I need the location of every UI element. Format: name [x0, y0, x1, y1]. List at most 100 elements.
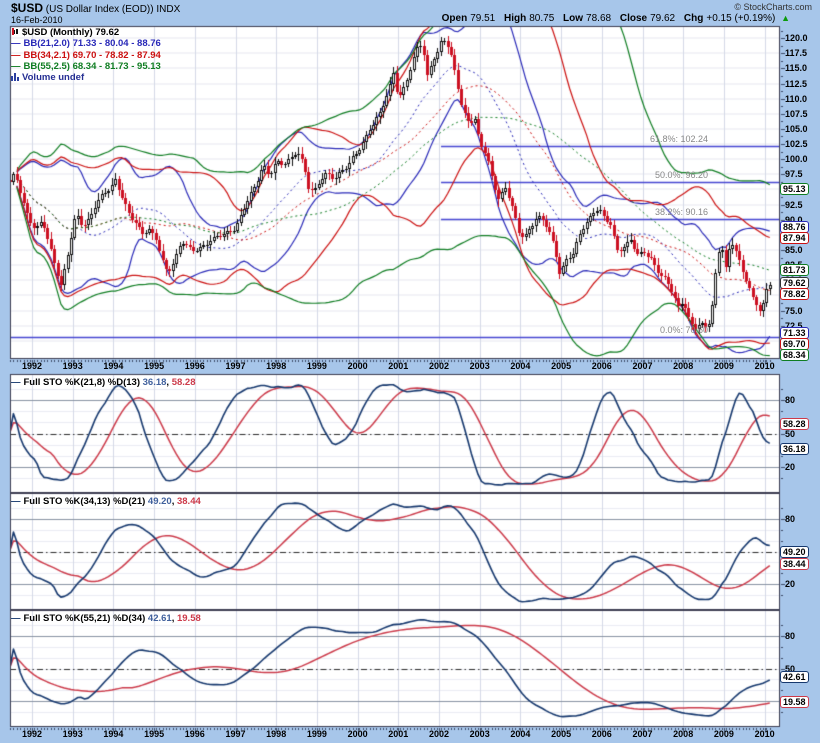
x-axis-year-label: 2001	[380, 361, 416, 371]
x-axis-year-label: 2002	[421, 729, 457, 739]
bb21-label: BB(21,2.0) 71.33 - 80.04 - 88.76	[24, 38, 161, 49]
x-axis-year-label: 2010	[747, 361, 783, 371]
stoch-level-label: 80	[785, 514, 795, 524]
sto1-k-value: 36.18	[143, 377, 167, 388]
x-axis-year-label: 1996	[177, 729, 213, 739]
y-axis-tick-label: 117.5	[785, 48, 807, 58]
x-axis-year-label: 2004	[502, 729, 538, 739]
open-value: 79.51	[470, 13, 495, 24]
x-axis-year-label: 2000	[340, 729, 376, 739]
stoch-d-badge: 19.58	[780, 696, 809, 708]
y-axis-tick-label: 97.5	[785, 169, 803, 179]
low-label: Low	[563, 13, 583, 24]
close-value: 79.62	[650, 13, 675, 24]
x-axis-year-label: 2001	[380, 729, 416, 739]
x-axis-year-label: 2010	[747, 729, 783, 739]
x-axis-year-label: 2007	[625, 361, 661, 371]
sto2-k-value: 49.20	[148, 496, 172, 507]
fib-annotation: 50.0%: 96.20	[655, 170, 708, 180]
sto2-swatch: —	[11, 496, 21, 507]
fib-annotation: 0.0%: 70.60	[660, 325, 708, 335]
x-axis-year-label: 1993	[55, 361, 91, 371]
x-axis-year-label: 2007	[625, 729, 661, 739]
y-axis-tick-label: 102.5	[785, 139, 808, 149]
x-axis-year-label: 2000	[340, 361, 376, 371]
x-axis-year-label: 2003	[462, 361, 498, 371]
chg-value: +0.15 (+0.19%)	[706, 13, 775, 24]
x-axis-year-label: 1997	[218, 361, 254, 371]
sto1-d-value: 58.28	[172, 377, 196, 388]
x-axis-year-label: 1994	[95, 361, 131, 371]
legend-bb55-row: —BB(55,2.5) 68.34 - 81.73 - 95.13	[11, 61, 161, 72]
price-badge: 87.94	[780, 232, 809, 244]
legend-title-row: $USD (Monthly) 79.62	[11, 27, 161, 38]
symbol-name: (US Dollar Index (EOD)) INDX	[46, 4, 180, 15]
sto3-label: Full STO %K(55,21) %D(34)	[24, 613, 146, 624]
stoch-level-label: 80	[785, 395, 795, 405]
x-axis-year-label: 1997	[218, 729, 254, 739]
x-axis-year-label: 1996	[177, 361, 213, 371]
x-axis-year-label: 2005	[543, 729, 579, 739]
x-axis-year-label: 1999	[299, 361, 335, 371]
y-axis-tick-label: 107.5	[785, 109, 808, 119]
price-badge: 95.13	[780, 183, 809, 195]
stoch-d-badge: 38.44	[780, 558, 809, 570]
legend-bb21-row: —BB(21,2.0) 71.33 - 80.04 - 88.76	[11, 38, 161, 49]
price-badge: 68.34	[780, 349, 809, 361]
sto3-k-value: 42.61	[148, 613, 172, 624]
quote-line: Open79.51 High80.75 Low78.68 Close79.62 …	[436, 13, 790, 24]
sto3-d-value: 19.58	[177, 613, 201, 624]
price-badge: 71.33	[780, 327, 809, 339]
x-axis-year-label: 1994	[95, 729, 131, 739]
price-badge: 78.82	[780, 288, 809, 300]
low-value: 78.68	[586, 13, 611, 24]
y-axis-tick-label: 110.0	[785, 94, 807, 104]
x-axis-year-label: 2008	[665, 361, 701, 371]
x-axis-year-label: 1998	[258, 361, 294, 371]
x-axis-year-label: 2009	[706, 729, 742, 739]
stoch-d-badge: 58.28	[780, 418, 809, 430]
chg-label: Chg	[684, 13, 703, 24]
chart-canvas	[0, 0, 820, 743]
bb55-swatch: —	[11, 61, 21, 72]
sto2-label: Full STO %K(34,13) %D(21)	[24, 496, 146, 507]
high-label: High	[504, 13, 526, 24]
panel-legend-sto-55-21: —Full STO %K(55,21) %D(34) 42.61, 19.58	[11, 613, 201, 624]
legend-volume-row: Volume undef	[11, 72, 161, 83]
stoch-level-label: 20	[785, 579, 795, 589]
x-axis-year-label: 2002	[421, 361, 457, 371]
y-axis-tick-label: 112.5	[785, 79, 807, 89]
legend-title: $USD (Monthly) 79.62	[22, 27, 119, 38]
volume-label: Volume undef	[22, 72, 84, 83]
bb21-swatch: —	[11, 38, 21, 49]
fib-annotation: 38.2%: 90.16	[655, 207, 708, 217]
close-label: Close	[620, 13, 647, 24]
bb34-swatch: —	[11, 50, 21, 61]
x-axis-year-label: 1993	[55, 729, 91, 739]
y-axis-tick-label: 120.0	[785, 33, 808, 43]
bb55-label: BB(55,2.5) 68.34 - 81.73 - 95.13	[24, 61, 161, 72]
sto1-swatch: —	[11, 377, 21, 388]
y-axis-tick-label: 92.5	[785, 200, 803, 210]
x-axis-year-label: 1992	[14, 729, 50, 739]
open-label: Open	[442, 13, 468, 24]
x-axis-year-label: 2009	[706, 361, 742, 371]
x-axis-year-label: 2004	[502, 361, 538, 371]
x-axis-year-label: 1998	[258, 729, 294, 739]
sto2-d-value: 38.44	[177, 496, 201, 507]
sto1-label: Full STO %K(21,8) %D(13)	[24, 377, 141, 388]
price-badge: 81.73	[780, 264, 809, 276]
change-up-arrow: ▲	[781, 13, 790, 23]
copyright: © StockCharts.com	[734, 2, 812, 12]
chart-date: 16-Feb-2010	[11, 15, 63, 25]
price-badge: 79.62	[780, 277, 809, 289]
x-axis-year-label: 2005	[543, 361, 579, 371]
panel-legend-sto-21-8: —Full STO %K(21,8) %D(13) 36.18, 58.28	[11, 377, 195, 388]
x-axis-year-label: 1992	[14, 361, 50, 371]
bb34-label: BB(34,2.1) 69.70 - 78.82 - 87.94	[24, 50, 161, 61]
high-value: 80.75	[529, 13, 554, 24]
legend-bb34-row: —BB(34,2.1) 69.70 - 78.82 - 87.94	[11, 50, 161, 61]
stoch-level-label: 20	[785, 462, 795, 472]
chart-title: $USD (US Dollar Index (EOD)) INDX	[11, 1, 180, 15]
stoch-k-badge: 36.18	[780, 443, 809, 455]
